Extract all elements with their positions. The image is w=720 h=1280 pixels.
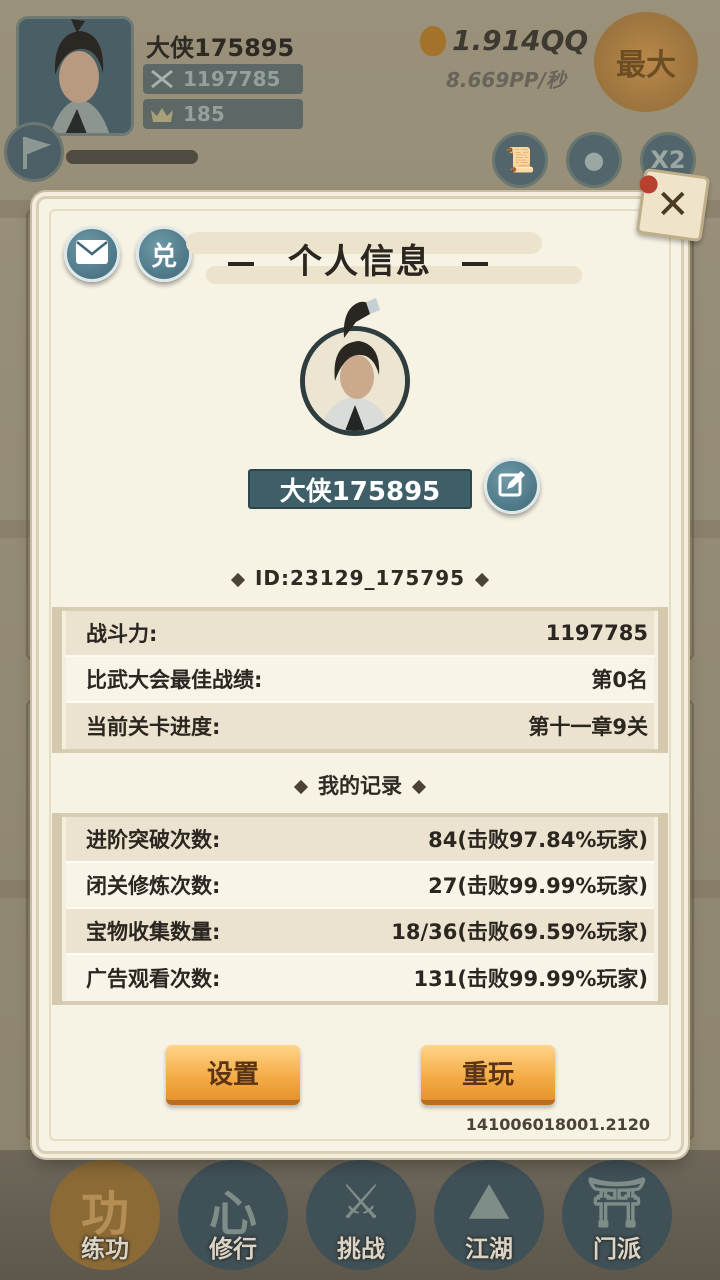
record-label: 闭关修炼次数: [86,874,221,898]
power-stat: 1197785 [143,64,303,94]
nav-item-cultivate[interactable]: 心 修行 [178,1160,288,1270]
close-button[interactable]: ✕ [635,167,711,243]
record-row: 宝物收集数量: 18/36(击败69.59%玩家) [66,909,654,955]
nav-label: 门派 [593,1235,641,1263]
records-title: 我的记录 [318,774,402,798]
version-text: 141006018001.2120 [465,1115,650,1134]
close-icon: ✕ [656,181,690,228]
quest-button[interactable]: 📜 [492,132,548,188]
records-heading: 我的记录 [0,770,720,800]
crossed-swords-icon [149,68,175,90]
stat-label: 比武大会最佳战绩: [86,668,263,692]
ingot-icon [149,103,175,125]
record-value: 18/36(击败69.59%玩家) [391,920,648,944]
mountain-icon: ⛰ [468,1174,510,1230]
diamond-icon [230,572,246,587]
record-value: 84(击败97.84%玩家) [428,828,648,852]
profile-portrait [298,298,410,438]
nav-label: 修行 [209,1235,257,1263]
record-label: 广告观看次数: [86,967,221,991]
stat-value: 第0名 [591,668,648,692]
diamond-icon [293,779,309,795]
max-button[interactable]: 最大 [594,12,698,112]
record-label: 进阶突破次数: [86,828,221,852]
dialog-title: 个人信息 [288,242,432,282]
hat-icon: ● [583,146,605,174]
player-avatar[interactable] [16,16,134,136]
gold-display: 1.914QQ [420,24,588,57]
nav-item-jianghu[interactable]: ⛰ 江湖 [434,1160,544,1270]
nav-label: 江湖 [465,1235,513,1263]
record-value: 27(击败99.99%玩家) [428,874,648,898]
redeem-button[interactable]: 兑 [136,226,192,282]
nav-label: 挑战 [337,1235,385,1263]
player-id-row: ID:23129_175795 [0,566,720,590]
flag-icon[interactable] [4,122,64,182]
envelope-icon [75,239,109,269]
stat-value: 第十一章9关 [528,715,648,739]
diamond-icon [474,572,490,587]
gold-rate: 8.669PP/秒 [446,68,566,92]
ingot-stat: 185 [143,99,303,129]
experience-bar [66,150,198,164]
power-value: 1197785 [183,67,281,91]
settings-button[interactable]: 设置 [166,1045,300,1105]
stat-row: 比武大会最佳战绩: 第0名 [66,657,654,703]
record-row: 进阶突破次数: 84(击败97.84%玩家) [66,817,654,863]
stats-table: 战斗力: 1197785 比武大会最佳战绩: 第0名 当前关卡进度: 第十一章9… [52,607,668,753]
mail-button[interactable] [64,226,120,282]
player-name-plate: 大侠175895 [248,469,472,509]
nav-label: 练功 [81,1235,129,1263]
ingot-value: 185 [183,102,225,126]
gold-value: 1.914QQ [452,24,589,57]
gate-icon: ⛩ [586,1175,648,1231]
nav-item-practice[interactable]: 功 练功 [50,1160,160,1270]
gold-pouch-icon [420,25,446,56]
record-label: 宝物收集数量: [86,920,221,944]
replay-button[interactable]: 重玩 [421,1045,555,1105]
crossed-swords-icon: ⚔ [339,1174,383,1230]
player-id: ID:23129_175795 [254,566,466,590]
stat-value: 1197785 [545,621,648,645]
disciple-button[interactable]: ● [566,132,622,188]
stat-row: 战斗力: 1197785 [66,611,654,657]
stat-label: 战斗力: [86,622,158,646]
stat-label: 当前关卡进度: [86,715,221,739]
nav-item-sect[interactable]: ⛩ 门派 [562,1160,672,1270]
diamond-icon [411,779,427,795]
scroll-icon: 📜 [505,146,535,174]
record-row: 广告观看次数: 131(击败99.99%玩家) [66,955,654,1001]
nav-item-challenge[interactable]: ⚔ 挑战 [306,1160,416,1270]
record-row: 闭关修炼次数: 27(击败99.99%玩家) [66,863,654,909]
record-value: 131(击败99.99%玩家) [413,967,649,991]
edit-name-button[interactable] [484,458,540,514]
edit-icon [497,469,527,503]
records-table: 进阶突破次数: 84(击败97.84%玩家) 闭关修炼次数: 27(击败99.9… [52,813,668,1005]
player-name: 大侠175895 [146,34,295,62]
stat-row: 当前关卡进度: 第十一章9关 [66,703,654,749]
